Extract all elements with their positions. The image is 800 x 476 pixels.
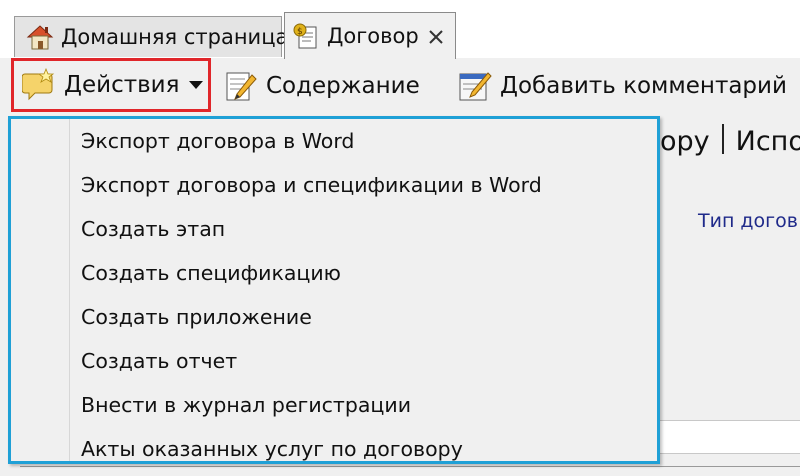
add-comment-icon [458,69,492,103]
background-tab-fragment[interactable]: ору [660,126,710,157]
contract-type-label: Тип догов [698,210,798,232]
tab-home[interactable]: Домашняя страница [14,16,288,57]
menu-item-label: Создать спецификацию [81,261,341,285]
menu-item-label: Экспорт договора в Word [81,129,355,153]
menu-item-create-appendix[interactable]: Создать приложение [11,295,657,339]
tab-home-label: Домашняя страница [61,25,289,49]
svg-text:$: $ [297,27,303,37]
background-tab-fragment[interactable]: Испо [736,126,800,157]
document-tab-strip: Домашняя страница $ Договор [0,0,800,59]
tab-contract-label: Договор [327,24,419,48]
add-comment-button-label: Добавить комментарий [500,73,787,99]
background-input-field[interactable] [640,420,800,454]
menu-item-label: Создать отчет [81,349,238,373]
menu-item-label: Внести в журнал регистрации [81,393,412,417]
menu-item-create-specification[interactable]: Создать спецификацию [11,251,657,295]
menu-item-label: Создать этап [81,217,226,241]
background-section-tabs: ору Испо [660,124,800,157]
content-button[interactable]: Содержание [224,58,420,114]
actions-button-label: Действия [64,72,180,98]
home-icon [25,22,55,52]
toolbar: Действия Содержание Добавить комментарий [0,58,800,116]
menu-item-label: Экспорт договора и спецификации в Word [81,173,542,197]
actions-dropdown-menu: Экспорт договора в Word Экспорт договора… [8,116,660,464]
menu-item-export-word[interactable]: Экспорт договора в Word [11,119,657,163]
tab-separator [721,124,724,154]
menu-item-label: Акты оказанных услуг по договору [81,437,463,461]
actions-dropdown-button[interactable]: Действия [11,58,211,112]
contract-icon: $ [291,21,321,51]
close-tab-icon[interactable] [427,27,445,45]
content-button-label: Содержание [266,73,420,99]
menu-item-export-word-spec[interactable]: Экспорт договора и спецификации в Word [11,163,657,207]
menu-item-create-stage[interactable]: Создать этап [11,207,657,251]
menu-item-create-report[interactable]: Создать отчет [11,339,657,383]
menu-item-label: Создать приложение [81,305,312,329]
tab-contract[interactable]: $ Договор [284,12,456,59]
chevron-down-icon [189,81,204,89]
actions-star-icon [21,67,56,102]
edit-document-icon [224,69,258,103]
menu-item-service-acts[interactable]: Акты оказанных услуг по договору [11,427,657,471]
menu-item-register-journal[interactable]: Внести в журнал регистрации [11,383,657,427]
add-comment-button[interactable]: Добавить комментарий [458,58,787,114]
menu-item-list: Экспорт договора в Word Экспорт договора… [11,119,657,471]
